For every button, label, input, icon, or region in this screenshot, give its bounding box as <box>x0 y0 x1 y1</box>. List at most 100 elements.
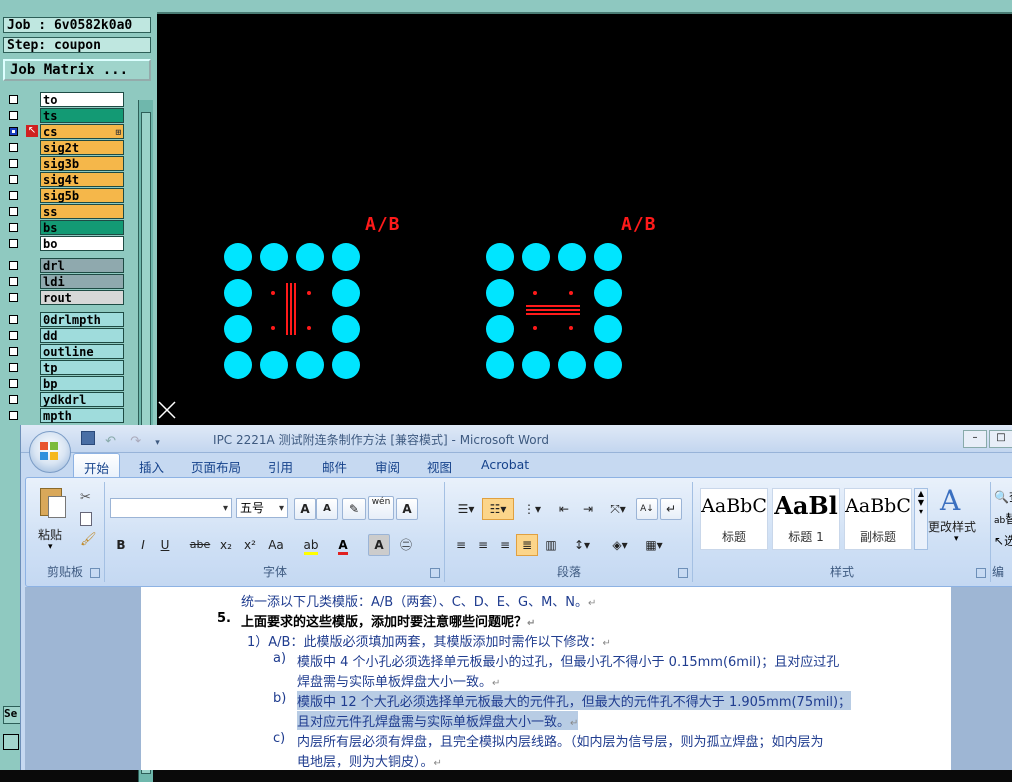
layer-row-cs[interactable]: ↖ cs ⊞ <box>3 124 125 140</box>
font-name-combo[interactable] <box>110 498 232 518</box>
layer-name[interactable]: sig3b <box>40 156 124 171</box>
layer-name[interactable]: ydkdrl <box>40 392 124 407</box>
layer-checkbox[interactable] <box>9 277 18 286</box>
dialog-launcher-icon[interactable] <box>90 568 100 578</box>
cam-side-icon[interactable] <box>3 734 19 750</box>
clear-format-icon[interactable]: ✎ <box>342 498 366 520</box>
layer-checkbox[interactable] <box>9 331 18 340</box>
sort-icon[interactable]: A↓ <box>636 498 658 520</box>
layer-name[interactable]: mpth <box>40 408 124 423</box>
doc-line[interactable]: 模版中 4 个小孔必须选择单元板最小的过孔，但最小孔不得小于 0.15mm(6m… <box>297 651 839 670</box>
layer-name[interactable]: bs <box>40 220 124 235</box>
superscript-button[interactable]: x² <box>238 534 262 556</box>
layer-name[interactable]: bo <box>40 236 124 251</box>
layer-row-ldi[interactable]: ldi <box>3 274 125 290</box>
layer-name[interactable]: sig4t <box>40 172 124 187</box>
layer-row-mpth[interactable]: mpth <box>3 408 125 424</box>
doc-line[interactable]: 内层所有层必须有焊盘，且完全模拟内层线路。（如内层为信号层，则为孤立焊盘；如内层… <box>297 731 824 750</box>
font-color-button[interactable]: A <box>328 534 358 556</box>
layer-row-tp[interactable]: tp <box>3 360 125 376</box>
layer-checkbox[interactable] <box>9 207 18 216</box>
layer-name[interactable]: dd <box>40 328 124 343</box>
layer-name[interactable]: ldi <box>40 274 124 289</box>
paste-dropdown-icon[interactable]: ▾ <box>48 542 53 552</box>
justify-icon[interactable]: ≣ <box>516 534 538 556</box>
highlight-color-button[interactable]: ab <box>296 534 326 556</box>
paste-button[interactable]: 粘贴 <box>38 526 62 543</box>
layer-row-ss[interactable]: ss <box>3 204 125 220</box>
char-border-button[interactable]: A <box>396 498 418 520</box>
layer-row-dd[interactable]: dd <box>3 328 125 344</box>
cam-side-button[interactable]: Se <box>3 706 21 724</box>
dialog-launcher-icon[interactable] <box>976 568 986 578</box>
style-subtitle[interactable]: AaBbC 副标题 <box>844 488 912 550</box>
doc-line-selected[interactable]: 模版中 12 个大孔必须选择单元板最大的元件孔，但最大的元件孔不得大于 1.90… <box>297 691 852 710</box>
decrease-indent-icon[interactable]: ⇤ <box>552 498 576 520</box>
doc-line[interactable]: 1）A/B：此模版必须填加两套，其模版添加时需作以下修改：↵ <box>247 631 611 650</box>
line-spacing-icon[interactable]: ↕▾ <box>566 534 598 556</box>
layer-checkbox[interactable] <box>9 127 18 136</box>
styles-gallery-scroll[interactable]: ▲ ▼ ▾ <box>914 488 928 550</box>
change-styles-button[interactable]: 更改样式 <box>928 518 976 535</box>
layer-checkbox[interactable] <box>9 261 18 270</box>
find-button[interactable]: 🔍查 <box>994 488 1012 505</box>
tab-page-layout[interactable]: 页面布局 <box>191 457 241 476</box>
cut-icon[interactable]: ✂ <box>80 490 91 505</box>
align-right-icon[interactable]: ≡ <box>494 534 516 556</box>
layer-row-outline[interactable]: outline <box>3 344 125 360</box>
layer-row-ts[interactable]: ts <box>3 108 125 124</box>
dialog-launcher-icon[interactable] <box>678 568 688 578</box>
maximize-button[interactable]: □ <box>989 430 1012 448</box>
distribute-icon[interactable]: ▥ <box>540 534 562 556</box>
style-title[interactable]: AaBbC 标题 <box>700 488 768 550</box>
layer-row-drl[interactable]: drl <box>3 258 125 274</box>
layer-name[interactable]: bp <box>40 376 124 391</box>
replace-button[interactable]: ab替 <box>994 510 1012 527</box>
change-styles-icon[interactable]: A <box>940 484 960 517</box>
layer-name[interactable]: 0drlmpth <box>40 312 124 327</box>
layer-row-rout[interactable]: rout <box>3 290 125 306</box>
show-marks-icon[interactable]: ↵ <box>660 498 682 520</box>
dialog-launcher-icon[interactable] <box>430 568 440 578</box>
layer-checkbox[interactable] <box>9 239 18 248</box>
layer-name[interactable]: sig5b <box>40 188 124 203</box>
tab-home[interactable]: 开始 <box>73 453 121 480</box>
layer-name[interactable]: drl <box>40 258 124 273</box>
phonetic-guide-button[interactable]: wén <box>368 496 394 520</box>
layer-row-bs[interactable]: bs <box>3 220 125 236</box>
layer-checkbox[interactable] <box>9 411 18 420</box>
multilevel-list-icon[interactable]: ⋮▾ <box>516 498 548 520</box>
layer-name[interactable]: to <box>40 92 124 107</box>
layer-checkbox[interactable] <box>9 363 18 372</box>
layer-row-to[interactable]: to <box>3 92 125 108</box>
document-page[interactable]: 统一添以下几类模版：A/B（两套）、C、D、E、G、M、N。↵ 5. 上面要求的… <box>141 587 951 770</box>
increase-indent-icon[interactable]: ⇥ <box>576 498 600 520</box>
layer-checkbox[interactable] <box>9 175 18 184</box>
layer-row-sig4t[interactable]: sig4t <box>3 172 125 188</box>
doc-heading[interactable]: 上面要求的这些模版，添加时要注意哪些问题呢？↵ <box>241 611 535 630</box>
tab-acrobat[interactable]: Acrobat <box>481 457 529 472</box>
layer-name[interactable]: rout <box>40 290 124 305</box>
italic-button[interactable]: I <box>132 534 154 556</box>
layer-checkbox[interactable] <box>9 159 18 168</box>
doc-line[interactable]: 统一添以下几类模版：A/B（两套）、C、D、E、G、M、N。↵ <box>241 591 596 610</box>
tab-references[interactable]: 引用 <box>268 457 293 476</box>
doc-line[interactable]: 焊盘需与实际单板焊盘大小一致。↵ <box>297 671 500 690</box>
subscript-button[interactable]: x₂ <box>214 534 238 556</box>
asian-layout-icon[interactable]: ⤧▾ <box>602 498 634 520</box>
layer-row-bo[interactable]: bo <box>3 236 125 252</box>
layer-checkbox[interactable] <box>9 143 18 152</box>
change-styles-dropdown-icon[interactable]: ▾ <box>954 534 959 544</box>
layer-row-bp[interactable]: bp <box>3 376 125 392</box>
layer-name[interactable]: sig2t <box>40 140 124 155</box>
align-left-icon[interactable]: ≡ <box>450 534 472 556</box>
paste-icon[interactable] <box>38 486 66 518</box>
layer-checkbox[interactable] <box>9 111 18 120</box>
shrink-font-button[interactable]: A <box>316 498 338 520</box>
layer-name[interactable]: cs ⊞ <box>40 124 124 139</box>
align-center-icon[interactable]: ≡ <box>472 534 494 556</box>
layer-name[interactable]: ts <box>40 108 124 123</box>
layer-row-sig3b[interactable]: sig3b <box>3 156 125 172</box>
tab-insert[interactable]: 插入 <box>139 457 164 476</box>
layer-row-sig5b[interactable]: sig5b <box>3 188 125 204</box>
